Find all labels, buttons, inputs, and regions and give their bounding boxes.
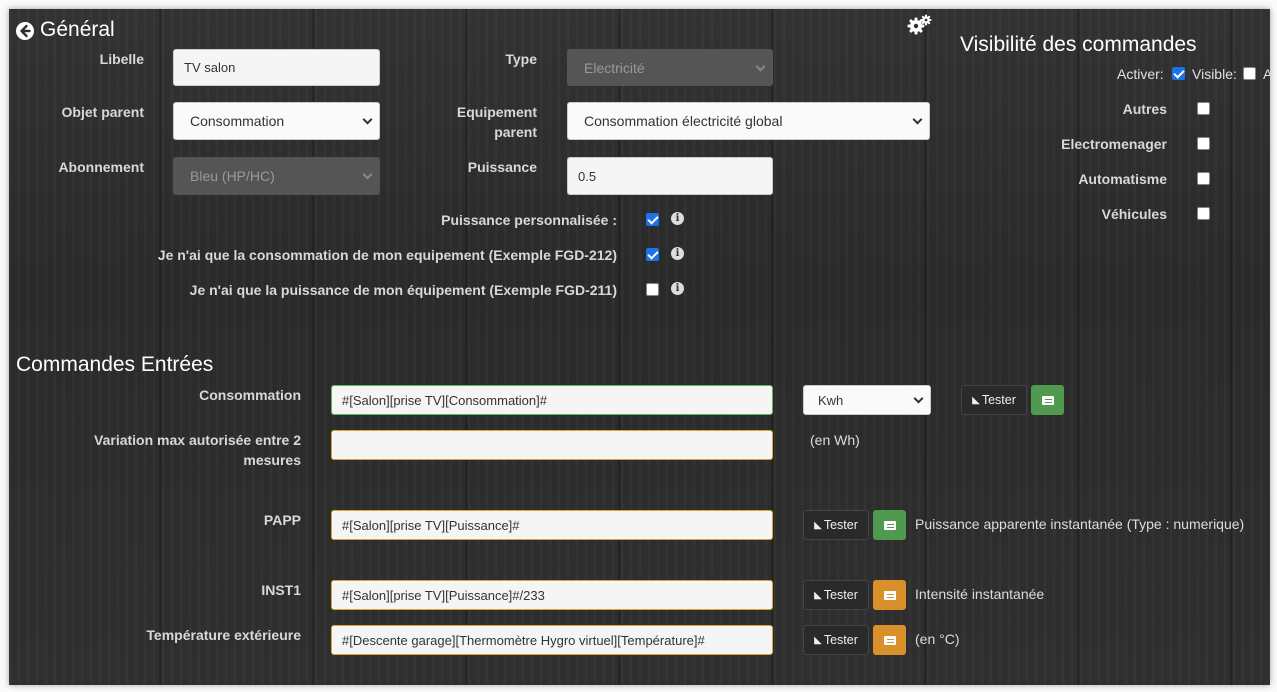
equipement-parent-label-line2: parent (494, 124, 537, 140)
objet-parent-label: Objet parent (61, 104, 144, 120)
section-title-commandes: Commandes Entrées (16, 353, 214, 376)
option-puissance-personnalisee-label: Puissance personnalisée : (441, 212, 617, 228)
chevron-down-icon (362, 169, 373, 180)
rss-icon: ◣ (972, 394, 980, 406)
activer-checkbox[interactable] (1172, 67, 1185, 80)
inst1-tester-button[interactable]: ◣ Tester (803, 580, 869, 610)
consommation-unit-select[interactable]: Kwh (803, 385, 931, 415)
tester-label: Tester (823, 588, 858, 602)
back-arrow-icon[interactable] (15, 21, 35, 41)
list-icon (883, 520, 896, 530)
temperature-tester-button[interactable]: ◣ Tester (803, 625, 869, 655)
type-select: Electricité (567, 49, 773, 86)
truncated-label: A (1263, 66, 1270, 82)
papp-label: PAPP (263, 512, 301, 528)
consommation-list-button[interactable] (1031, 385, 1064, 415)
visibility-item-automatisme-checkbox[interactable] (1197, 172, 1210, 185)
inst1-note: Intensité instantanée (915, 586, 1045, 602)
puissance-input[interactable]: 0.5 (567, 157, 773, 195)
tester-label: Tester (823, 518, 858, 532)
variation-label: Variation max autorisée entre 2 mesures (49, 430, 301, 470)
list-icon (883, 635, 896, 645)
section-title-visibilite: Visibilité des commandes (960, 33, 1197, 56)
variation-note: (en Wh) (810, 432, 860, 448)
equipement-parent-label-line1: Equipement (456, 104, 537, 120)
option-consommation-seule-label: Je n'ai que la consommation de mon equip… (157, 247, 617, 263)
consommation-unit-value: Kwh (818, 392, 844, 408)
objet-parent-select-value: Consommation (190, 113, 285, 129)
chevron-down-icon (913, 393, 924, 404)
abonnement-select: Bleu (HP/HC) (173, 157, 380, 195)
option-puissance-seule-label: Je n'ai que la puissance de mon équipeme… (189, 282, 617, 298)
temperature-label: Température extérieure (146, 627, 301, 643)
objet-parent-select[interactable]: Consommation (173, 102, 380, 140)
visibility-item-electromenager-checkbox[interactable] (1197, 137, 1210, 150)
visibility-toggles: Activer: (1117, 66, 1164, 82)
visibility-item-automatisme-label: Automatisme (1078, 171, 1167, 187)
inst1-list-button[interactable] (873, 580, 906, 610)
option-consommation-seule-checkbox[interactable] (646, 248, 659, 261)
consommation-label: Consommation (199, 387, 301, 403)
info-icon[interactable]: i (671, 282, 684, 295)
temperature-note: (en °C) (915, 631, 960, 647)
info-icon[interactable]: i (671, 212, 684, 225)
variation-input[interactable] (331, 430, 773, 460)
temperature-input[interactable]: #[Descente garage][Thermomètre Hygro vir… (331, 625, 773, 655)
activer-label: Activer: (1117, 66, 1164, 82)
equipement-parent-select[interactable]: Consommation électricité global (567, 102, 930, 140)
equipment-config-panel: Général Libelle TV salon Type Electricit… (9, 9, 1270, 685)
list-icon (883, 590, 896, 600)
visibility-item-autres-checkbox[interactable] (1197, 102, 1210, 115)
type-label: Type (505, 51, 537, 67)
visible-checkbox[interactable] (1243, 67, 1256, 80)
papp-tester-button[interactable]: ◣ Tester (803, 510, 869, 540)
variation-label-line1: Variation max autorisée entre 2 (94, 432, 301, 448)
tester-label: Tester (981, 393, 1016, 407)
option-puissance-seule-checkbox[interactable] (646, 283, 659, 296)
chevron-down-icon (362, 114, 373, 125)
abonnement-label: Abonnement (58, 159, 144, 175)
consommation-input[interactable]: #[Salon][prise TV][Consommation]# (331, 385, 773, 415)
equipement-parent-select-value: Consommation électricité global (584, 113, 783, 129)
visibility-item-electromenager-label: Electromenager (1061, 136, 1167, 152)
rss-icon: ◣ (814, 519, 822, 531)
chevron-down-icon (912, 114, 923, 125)
puissance-label: Puissance (467, 159, 537, 175)
visible-label: Visible: (1192, 66, 1237, 82)
inst1-input[interactable]: #[Salon][prise TV][Puissance]#/233 (331, 580, 773, 610)
chevron-down-icon (755, 61, 766, 72)
rss-icon: ◣ (814, 589, 822, 601)
rss-icon: ◣ (814, 634, 822, 646)
visibility-item-vehicules-checkbox[interactable] (1197, 207, 1210, 220)
libelle-label: Libelle (99, 51, 144, 67)
option-puissance-personnalisee-checkbox[interactable] (646, 213, 659, 226)
configuration-gears-icon[interactable] (907, 14, 933, 36)
section-title-general: Général (40, 18, 115, 41)
type-select-value: Electricité (584, 59, 645, 76)
papp-list-button[interactable] (873, 510, 906, 540)
papp-note: Puissance apparente instantanée (Type : … (915, 516, 1245, 532)
abonnement-select-value: Bleu (HP/HC) (190, 168, 275, 184)
inst1-label: INST1 (261, 582, 301, 598)
consommation-tester-button[interactable]: ◣ Tester (961, 385, 1027, 415)
info-icon[interactable]: i (671, 247, 684, 260)
temperature-list-button[interactable] (873, 625, 906, 655)
papp-input[interactable]: #[Salon][prise TV][Puissance]# (331, 510, 773, 540)
equipement-parent-label: Equipement parent (429, 102, 537, 142)
list-icon (1041, 395, 1054, 405)
tester-label: Tester (823, 633, 858, 647)
variation-label-line2: mesures (243, 452, 301, 468)
visibility-item-autres-label: Autres (1122, 101, 1167, 117)
visibility-item-vehicules-label: Véhicules (1101, 206, 1167, 222)
libelle-input[interactable]: TV salon (173, 49, 380, 86)
